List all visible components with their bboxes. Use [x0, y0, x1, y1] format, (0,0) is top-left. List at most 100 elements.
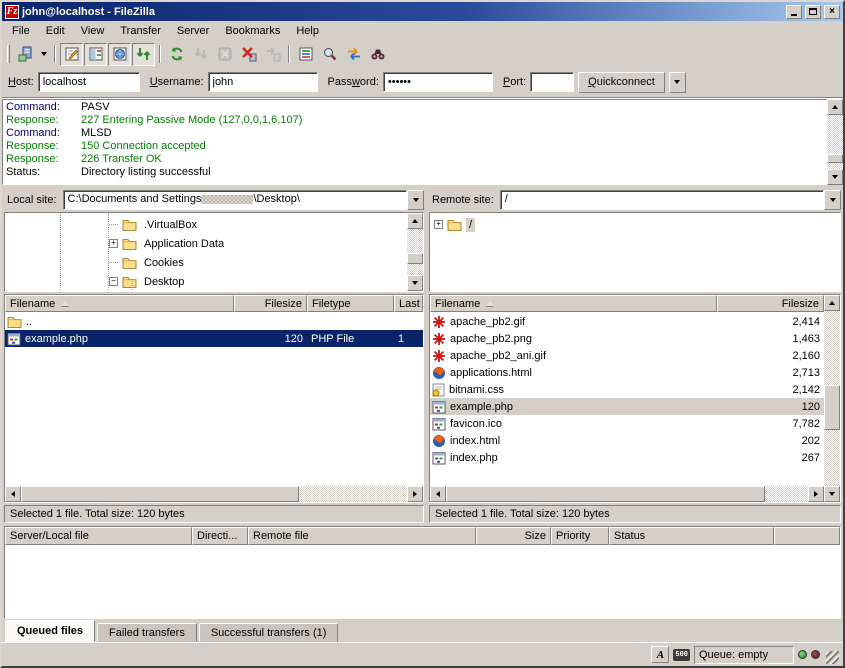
- menu-item-help[interactable]: Help: [288, 23, 327, 39]
- host-input[interactable]: [38, 72, 140, 92]
- toolbar-button-toggle-queue[interactable]: [132, 43, 155, 66]
- log-line: Response:150 Connection accepted: [3, 140, 826, 153]
- scroll-left-button[interactable]: [430, 486, 446, 502]
- file-row-applications-html[interactable]: applications.html2,713: [430, 364, 824, 381]
- queue-column-remote-file[interactable]: Remote file: [248, 527, 476, 545]
- menu-item-server[interactable]: Server: [169, 23, 217, 39]
- scroll-thumb[interactable]: [407, 253, 423, 264]
- column-header-last-modified[interactable]: Last modified: [394, 295, 423, 312]
- quickconnect-button[interactable]: Quickconnect: [578, 72, 665, 93]
- password-input[interactable]: [383, 72, 493, 92]
- data-type-icon[interactable]: A: [651, 646, 669, 663]
- column-header-filename[interactable]: Filename: [5, 295, 234, 312]
- tree-item-desktop[interactable]: −Desktop: [5, 272, 407, 291]
- collapse-icon[interactable]: −: [109, 277, 118, 286]
- local-path-value[interactable]: C:\Documents and Settings\Desktop\: [63, 190, 407, 210]
- toolbar-button-refresh[interactable]: [165, 43, 188, 66]
- scroll-right-button[interactable]: [407, 486, 423, 502]
- minimize-button[interactable]: [786, 5, 802, 19]
- remote-tree: +/: [429, 212, 841, 292]
- local-path-combobox[interactable]: C:\Documents and Settings\Desktop\: [63, 190, 424, 210]
- close-button[interactable]: ×: [824, 5, 840, 19]
- tree-item-item[interactable]: +/: [430, 215, 840, 234]
- remote-path-combobox[interactable]: /: [500, 190, 841, 210]
- toolbar-button-toggle-remote-tree[interactable]: [108, 43, 131, 66]
- file-row-example-php[interactable]: example.php120PHP File1: [5, 330, 423, 347]
- file-row-index-php[interactable]: index.php267: [430, 449, 824, 466]
- resize-grip[interactable]: [826, 651, 839, 664]
- toolbar-button-sync-browsing[interactable]: [342, 43, 365, 66]
- toolbar-button-toggle-message-log[interactable]: [60, 43, 83, 66]
- toolbar-button-compare[interactable]: [318, 43, 341, 66]
- tab-queued-files[interactable]: Queued files: [5, 620, 95, 642]
- tab-successful-transfers-1[interactable]: Successful transfers (1): [199, 623, 339, 642]
- menu-item-bookmarks[interactable]: Bookmarks: [217, 23, 288, 39]
- file-row-item[interactable]: ..: [5, 313, 423, 330]
- compare-icon: [322, 46, 338, 62]
- column-header-filename[interactable]: Filename: [430, 295, 717, 312]
- expand-icon[interactable]: +: [109, 239, 118, 248]
- local-horizontal-scrollbar[interactable]: [5, 486, 423, 502]
- queue-column-directi[interactable]: Directi...: [192, 527, 248, 545]
- remote-vertical-scrollbar[interactable]: [824, 295, 840, 502]
- local-path-dropdown-button[interactable]: [407, 190, 424, 210]
- scroll-up-button[interactable]: [827, 99, 843, 115]
- quickconnect-dropdown-button[interactable]: [669, 72, 686, 93]
- file-modified-cell: 1: [394, 333, 423, 345]
- expand-icon[interactable]: +: [434, 220, 443, 229]
- scroll-down-button[interactable]: [827, 169, 843, 185]
- scroll-right-button[interactable]: [808, 486, 824, 502]
- file-row-apache-pb2-png[interactable]: apache_pb2.png1,463: [430, 330, 824, 347]
- column-header-filesize[interactable]: Filesize: [234, 295, 307, 312]
- tree-item-application-data[interactable]: +Application Data: [5, 234, 407, 253]
- scroll-left-button[interactable]: [5, 486, 21, 502]
- file-row-apache-pb2-ani-gif[interactable]: apache_pb2_ani.gif2,160: [430, 347, 824, 364]
- file-row-example-php[interactable]: example.php120: [430, 398, 824, 415]
- speed-limit-icon[interactable]: 500: [673, 649, 690, 661]
- port-input[interactable]: [530, 72, 574, 92]
- scroll-down-button[interactable]: [824, 486, 840, 502]
- menu-item-edit[interactable]: Edit: [38, 23, 73, 39]
- toolbar-button-disconnect[interactable]: [237, 43, 260, 66]
- file-row-favicon-ico[interactable]: favicon.ico7,782: [430, 415, 824, 432]
- toolbar-button-toggle-local-tree[interactable]: [84, 43, 107, 66]
- scroll-thumb[interactable]: [21, 486, 299, 502]
- queue-column-server-local-file[interactable]: Server/Local file: [5, 527, 192, 545]
- queue-column-priority[interactable]: Priority: [551, 527, 609, 545]
- file-row-index-html[interactable]: index.html202: [430, 432, 824, 449]
- tab-failed-transfers[interactable]: Failed transfers: [97, 623, 197, 642]
- scroll-up-button[interactable]: [407, 213, 423, 229]
- column-header-filesize[interactable]: Filesize: [717, 295, 824, 312]
- toolbar-button-process-queue[interactable]: [189, 43, 212, 66]
- remote-path-value[interactable]: /: [500, 190, 824, 210]
- scroll-thumb[interactable]: [824, 385, 840, 431]
- toolbar-button-filter[interactable]: [294, 43, 317, 66]
- scroll-down-button[interactable]: [407, 275, 423, 291]
- tree-item-cookies[interactable]: Cookies: [5, 253, 407, 272]
- local-tree-vertical-scrollbar[interactable]: [407, 213, 423, 291]
- close-icon: ×: [829, 6, 835, 17]
- tree-item-virtualbox[interactable]: .VirtualBox: [5, 215, 407, 234]
- column-header-filetype[interactable]: Filetype: [307, 295, 394, 312]
- username-input[interactable]: [208, 72, 318, 92]
- apache-icon: [432, 315, 446, 329]
- menu-item-view[interactable]: View: [73, 23, 113, 39]
- scroll-thumb[interactable]: [827, 154, 843, 163]
- toolbar-button-cancel[interactable]: [213, 43, 236, 66]
- file-row-bitnami-css[interactable]: bitnami.css2,142: [430, 381, 824, 398]
- toolbar-button-reconnect[interactable]: [261, 43, 284, 66]
- toolbar-button-site-manager-dropdown[interactable]: [37, 43, 50, 66]
- queue-column-size[interactable]: Size: [476, 527, 551, 545]
- toolbar-button-site-manager[interactable]: [13, 43, 36, 66]
- menu-item-transfer[interactable]: Transfer: [112, 23, 169, 39]
- maximize-button[interactable]: [805, 5, 821, 19]
- remote-path-dropdown-button[interactable]: [824, 190, 841, 210]
- file-row-apache-pb2-gif[interactable]: apache_pb2.gif2,414: [430, 313, 824, 330]
- menu-item-file[interactable]: File: [4, 23, 38, 39]
- scroll-thumb[interactable]: [446, 486, 765, 502]
- log-vertical-scrollbar[interactable]: [827, 99, 843, 185]
- queue-column-status[interactable]: Status: [609, 527, 774, 545]
- scroll-up-button[interactable]: [824, 295, 840, 311]
- toolbar-button-find[interactable]: [366, 43, 389, 66]
- remote-horizontal-scrollbar[interactable]: [430, 486, 824, 502]
